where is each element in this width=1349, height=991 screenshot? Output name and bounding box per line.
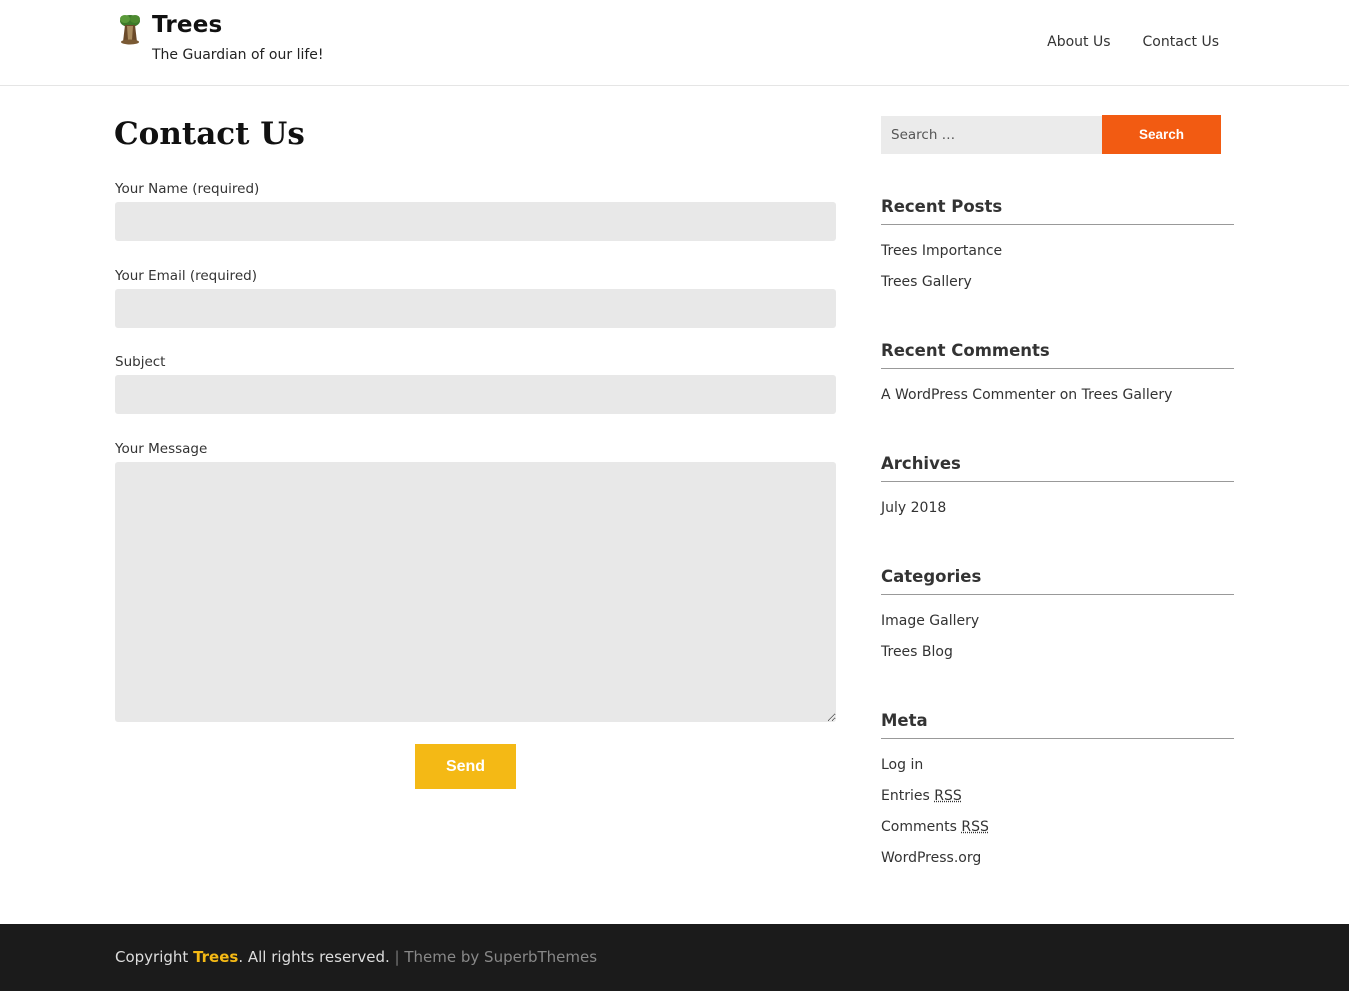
- search-button[interactable]: Search: [1102, 115, 1221, 154]
- nav-about-us[interactable]: About Us: [1047, 34, 1110, 50]
- archive-link[interactable]: July 2018: [881, 500, 946, 516]
- archives-title: Archives: [881, 454, 1234, 482]
- subject-label: Subject: [115, 354, 166, 370]
- name-field[interactable]: [115, 202, 836, 241]
- search-input[interactable]: [881, 116, 1102, 154]
- page-title: Contact Us: [114, 116, 305, 152]
- entries-rss-link[interactable]: Entries RSS: [881, 788, 962, 804]
- entries-rss-abbr: RSS: [934, 788, 962, 804]
- recent-comment-item: A WordPress Commenter on Trees Gallery: [881, 387, 1172, 403]
- email-label: Your Email (required): [115, 268, 257, 284]
- login-link[interactable]: Log in: [881, 757, 923, 773]
- entries-rss-prefix: Entries: [881, 788, 930, 804]
- recent-post-link[interactable]: Trees Importance: [881, 243, 1002, 259]
- site-footer: Copyright Trees. All rights reserved. | …: [0, 924, 1349, 991]
- categories-title: Categories: [881, 567, 1234, 595]
- comment-on-text: on: [1059, 387, 1078, 403]
- comments-rss-abbr: RSS: [961, 819, 989, 835]
- site-tagline: The Guardian of our life!: [152, 47, 324, 63]
- email-field[interactable]: [115, 289, 836, 328]
- theme-credit-link[interactable]: Theme by SuperbThemes: [404, 948, 597, 966]
- comment-author-link[interactable]: A WordPress Commenter: [881, 387, 1055, 403]
- comments-rss-prefix: Comments: [881, 819, 957, 835]
- subject-field[interactable]: [115, 375, 836, 414]
- recent-posts-title: Recent Posts: [881, 197, 1234, 225]
- footer-separator: |: [394, 948, 400, 966]
- site-header: Trees The Guardian of our life! About Us…: [0, 0, 1349, 86]
- recent-post-link[interactable]: Trees Gallery: [881, 274, 972, 290]
- comments-rss-link[interactable]: Comments RSS: [881, 819, 989, 835]
- category-link[interactable]: Trees Blog: [881, 644, 953, 660]
- send-button[interactable]: Send: [415, 744, 516, 789]
- footer-brand-link[interactable]: Trees: [193, 948, 238, 966]
- footer-rights: . All rights reserved.: [238, 948, 390, 966]
- message-field[interactable]: [115, 462, 836, 722]
- nav-contact-us[interactable]: Contact Us: [1143, 34, 1219, 50]
- comment-post-link[interactable]: Trees Gallery: [1082, 387, 1173, 403]
- recent-comments-title: Recent Comments: [881, 341, 1234, 369]
- copyright-prefix: Copyright: [115, 948, 189, 966]
- name-label: Your Name (required): [115, 181, 260, 197]
- wordpress-org-link[interactable]: WordPress.org: [881, 850, 981, 866]
- tree-logo-icon[interactable]: [116, 13, 144, 45]
- site-title[interactable]: Trees: [152, 12, 222, 38]
- main-nav: About Us Contact Us: [1047, 34, 1219, 50]
- category-link[interactable]: Image Gallery: [881, 613, 979, 629]
- footer-copyright: Copyright Trees. All rights reserved. | …: [115, 948, 597, 966]
- message-label: Your Message: [115, 441, 208, 457]
- meta-title: Meta: [881, 711, 1234, 739]
